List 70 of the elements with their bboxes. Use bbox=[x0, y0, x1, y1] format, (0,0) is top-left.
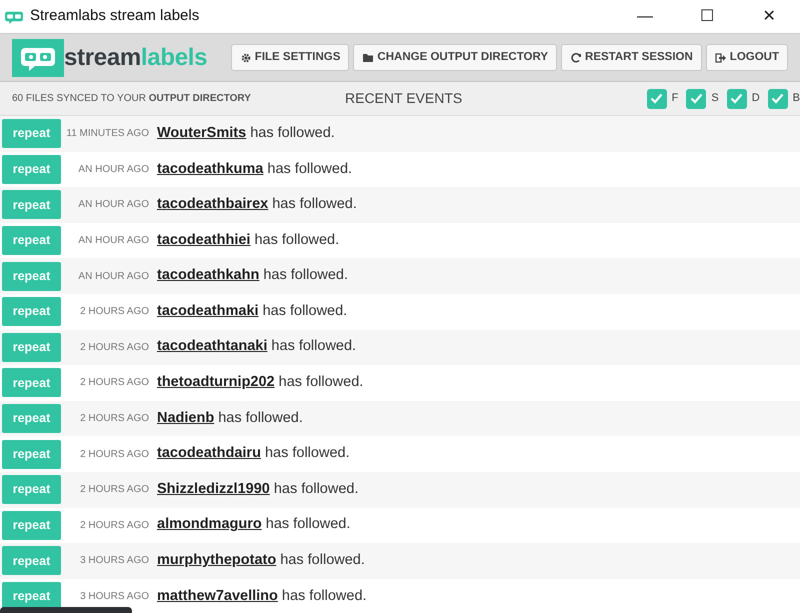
username-link[interactable]: WouterSmits bbox=[157, 124, 246, 141]
close-button[interactable]: ✕ bbox=[738, 2, 800, 32]
username-link[interactable]: thetoadturnip202 bbox=[157, 374, 275, 390]
username-link[interactable]: matthew7avellino bbox=[157, 588, 278, 604]
check-icon bbox=[690, 93, 703, 104]
sync-status: 60 FILES SYNCED TO YOUR OUTPUT DIRECTORY bbox=[12, 92, 252, 106]
event-message: murphythepotato has followed. bbox=[157, 551, 365, 570]
gear-icon bbox=[240, 52, 252, 64]
event-message: Shizzledizzl1990 has followed. bbox=[157, 480, 358, 499]
username-link[interactable]: tacodeathhiei bbox=[157, 232, 250, 248]
event-time: AN HOUR AGO bbox=[77, 234, 149, 248]
event-message: Nadienb has followed. bbox=[157, 408, 303, 428]
event-message: tacodeathtanaki has followed. bbox=[157, 337, 356, 356]
event-message: tacodeathmaki has followed. bbox=[157, 302, 348, 321]
event-time: 2 HOURS AGO bbox=[79, 376, 149, 390]
event-time: 11 MINUTES AGO bbox=[65, 127, 149, 142]
event-message: tacodeathkahn has followed. bbox=[157, 266, 348, 286]
restart-button[interactable]: RESTART SESSION bbox=[561, 44, 702, 71]
event-message: tacodeathdairu has followed. bbox=[157, 444, 350, 464]
event-message: tacodeathkuma has followed. bbox=[157, 160, 352, 179]
username-link[interactable]: Shizzledizzl1990 bbox=[157, 480, 270, 497]
folder-icon bbox=[362, 52, 374, 64]
event-time: AN HOUR AGO bbox=[77, 198, 149, 212]
checkbox[interactable] bbox=[726, 88, 747, 108]
checkbox-label: D bbox=[752, 91, 760, 106]
logo-wordmark: streamlabels bbox=[64, 42, 208, 72]
checkbox[interactable] bbox=[768, 88, 788, 108]
username-link[interactable]: Nadienb bbox=[157, 410, 214, 426]
refresh-icon bbox=[570, 52, 582, 64]
check-icon bbox=[650, 93, 664, 104]
checkbox-label: F bbox=[672, 91, 678, 106]
event-time: 3 HOURS AGO bbox=[79, 554, 149, 568]
event-message: almondmaguro has followed. bbox=[157, 515, 350, 534]
username-link[interactable]: tacodeathkahn bbox=[157, 267, 260, 284]
event-time: 2 HOURS AGO bbox=[79, 448, 149, 462]
event-time: 2 HOURS AGO bbox=[79, 412, 149, 426]
username-link[interactable]: tacodeathdairu bbox=[157, 445, 261, 462]
maximize-button[interactable]: ☐ bbox=[676, 2, 738, 32]
minimize-button[interactable]: — bbox=[614, 2, 676, 32]
username-link[interactable]: murphythepotato bbox=[157, 552, 276, 568]
output-directory-button[interactable]: CHANGE OUTPUT DIRECTORY bbox=[353, 44, 558, 71]
event-message: thetoadturnip202 has followed. bbox=[157, 373, 364, 392]
logout-icon bbox=[714, 52, 727, 64]
username-link[interactable]: almondmaguro bbox=[157, 516, 262, 532]
event-message: tacodeathbairex has followed. bbox=[157, 195, 357, 214]
file-settings-button[interactable]: FILE SETTINGS bbox=[230, 44, 350, 71]
checkbox-label: B bbox=[792, 91, 800, 106]
username-link[interactable]: tacodeathmaki bbox=[157, 302, 259, 319]
logout-button[interactable]: LOGOUT bbox=[706, 44, 788, 71]
check-icon bbox=[771, 93, 784, 104]
section-title: RECENT EVENTS bbox=[345, 89, 462, 108]
window-title: Streamlabs stream labels bbox=[30, 6, 200, 26]
username-link[interactable]: tacodeathtanaki bbox=[157, 338, 268, 354]
checkbox-label: S bbox=[711, 91, 719, 106]
event-time: 2 HOURS AGO bbox=[79, 518, 149, 533]
event-time: AN HOUR AGO bbox=[77, 270, 149, 284]
event-time: AN HOUR AGO bbox=[77, 162, 149, 177]
event-time: 2 HOURS AGO bbox=[79, 483, 149, 498]
event-time: 2 HOURS AGO bbox=[79, 305, 149, 320]
logo-icon bbox=[12, 38, 64, 76]
event-time: 3 HOURS AGO bbox=[79, 590, 149, 604]
checkbox[interactable] bbox=[686, 88, 706, 108]
event-message: tacodeathhiei has followed. bbox=[157, 230, 340, 250]
event-message: WouterSmits has followed. bbox=[157, 124, 335, 143]
check-icon bbox=[730, 93, 744, 104]
username-link[interactable]: tacodeathkuma bbox=[157, 160, 264, 177]
username-link[interactable]: tacodeathbairex bbox=[157, 196, 268, 212]
checkbox[interactable] bbox=[646, 88, 667, 108]
event-time: 2 HOURS AGO bbox=[79, 340, 149, 355]
event-message: matthew7avellino has followed. bbox=[157, 586, 367, 606]
